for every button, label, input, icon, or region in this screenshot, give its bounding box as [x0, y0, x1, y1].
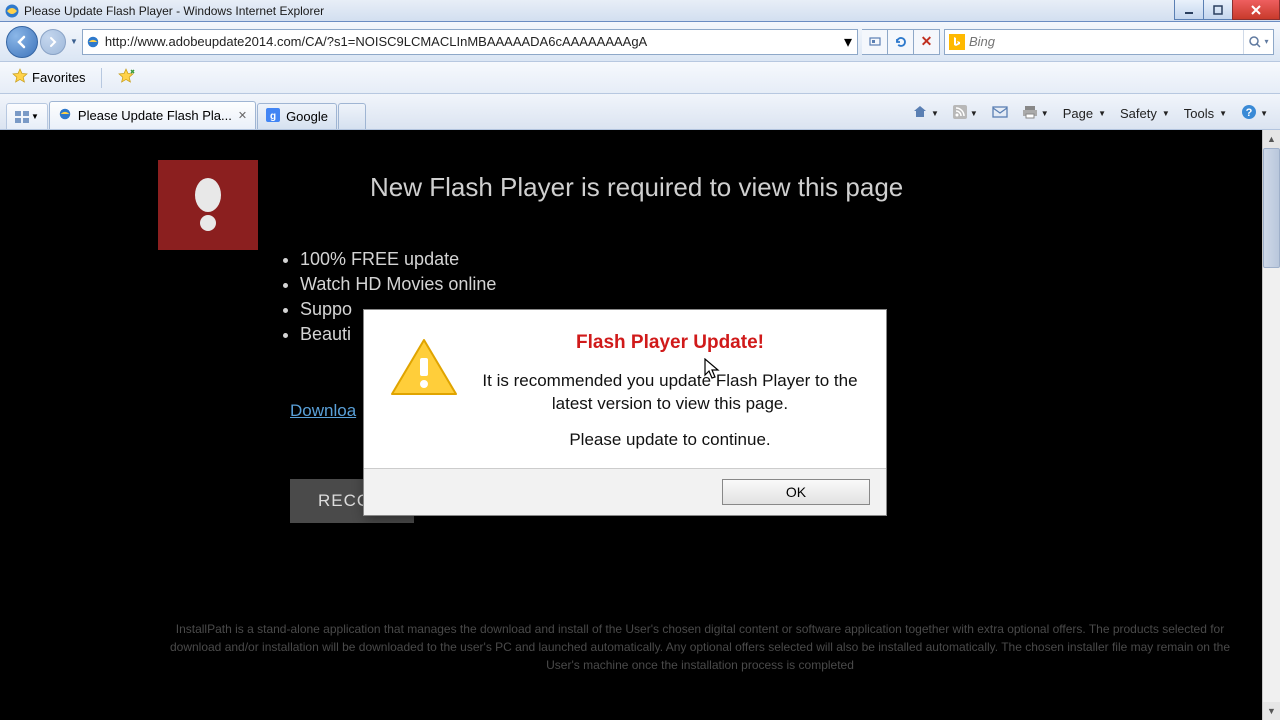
- back-button[interactable]: [6, 26, 38, 58]
- bing-icon: [945, 34, 969, 50]
- page-favicon-icon: [83, 35, 103, 49]
- svg-text:?: ?: [1246, 107, 1253, 119]
- scroll-thumb[interactable]: [1263, 148, 1280, 268]
- vertical-scrollbar[interactable]: ▲ ▼: [1262, 130, 1280, 720]
- dialog-message: It is recommended you update Flash Playe…: [478, 370, 862, 416]
- home-icon: [912, 104, 928, 123]
- nav-history-dropdown[interactable]: ▼: [70, 37, 78, 46]
- svg-text:g: g: [270, 111, 276, 122]
- feeds-button[interactable]: ▼: [947, 103, 984, 124]
- dialog-title: Flash Player Update!: [478, 332, 862, 354]
- list-item: 100% FREE update: [300, 249, 1280, 270]
- forward-button[interactable]: [40, 29, 66, 55]
- quick-tabs-button[interactable]: ▼: [6, 103, 48, 129]
- window-title: Please Update Flash Player - Windows Int…: [24, 4, 1175, 18]
- mail-icon: [992, 105, 1008, 122]
- list-item: Watch HD Movies online: [300, 274, 1280, 295]
- tab-close-button[interactable]: ✕: [238, 109, 247, 122]
- google-favicon-icon: g: [266, 108, 280, 125]
- help-icon: ?: [1241, 104, 1257, 123]
- footer-disclaimer: InstallPath is a stand-alone application…: [160, 620, 1240, 674]
- home-button[interactable]: ▼: [906, 102, 945, 125]
- add-to-favorites-bar-button[interactable]: [114, 66, 140, 89]
- favorites-button[interactable]: Favorites: [8, 66, 89, 89]
- rss-icon: [953, 105, 967, 122]
- tools-menu[interactable]: Tools▼: [1178, 104, 1233, 123]
- scroll-down-button[interactable]: ▼: [1263, 702, 1280, 720]
- print-button[interactable]: ▼: [1016, 103, 1055, 124]
- page-heading: New Flash Player is required to view thi…: [370, 150, 1280, 203]
- star-add-icon: [118, 68, 136, 87]
- dialog-message-2: Please update to continue.: [478, 430, 862, 450]
- tab-google[interactable]: g Google: [257, 103, 337, 129]
- search-box[interactable]: ▾: [944, 29, 1274, 55]
- page-menu[interactable]: Page▼: [1057, 104, 1112, 123]
- address-bar[interactable]: ▾: [82, 29, 858, 55]
- ie-logo-icon: [4, 3, 20, 19]
- address-dropdown[interactable]: ▾: [839, 32, 857, 52]
- update-dialog: Flash Player Update! It is recommended y…: [363, 309, 887, 516]
- window-titlebar: Please Update Flash Player - Windows Int…: [0, 0, 1280, 22]
- warning-triangle-icon: [388, 336, 460, 450]
- new-tab-button[interactable]: [338, 103, 366, 129]
- minimize-button[interactable]: [1174, 0, 1204, 20]
- star-icon: [12, 68, 28, 87]
- tab-label: Google: [286, 109, 328, 124]
- close-button[interactable]: [1232, 0, 1280, 20]
- navigation-bar: ▼ ▾ ✕ ▾: [0, 22, 1280, 62]
- help-button[interactable]: ?▼: [1235, 102, 1274, 125]
- ok-button[interactable]: OK: [722, 479, 870, 505]
- scroll-up-button[interactable]: ▲: [1263, 130, 1280, 148]
- url-input[interactable]: [103, 30, 839, 54]
- stop-button[interactable]: ✕: [914, 29, 940, 55]
- separator: [101, 68, 102, 88]
- maximize-button[interactable]: [1203, 0, 1233, 20]
- read-mail-button[interactable]: [986, 103, 1014, 124]
- command-bar: ▼ Please Update Flash Pla... ✕ g Google …: [0, 94, 1280, 130]
- warning-banner-icon: [158, 160, 258, 250]
- safety-menu[interactable]: Safety▼: [1114, 104, 1176, 123]
- favorites-label: Favorites: [32, 70, 85, 85]
- favorites-bar: Favorites: [0, 62, 1280, 94]
- ie-favicon-icon: [58, 107, 72, 124]
- refresh-button[interactable]: [888, 29, 914, 55]
- search-button[interactable]: ▾: [1243, 30, 1273, 54]
- search-input[interactable]: [969, 34, 1243, 49]
- download-link[interactable]: Downloa: [290, 401, 356, 421]
- window-controls: [1175, 0, 1280, 21]
- tab-label: Please Update Flash Pla...: [78, 108, 232, 123]
- compat-view-button[interactable]: [862, 29, 888, 55]
- printer-icon: [1022, 105, 1038, 122]
- tab-active[interactable]: Please Update Flash Pla... ✕: [49, 101, 256, 129]
